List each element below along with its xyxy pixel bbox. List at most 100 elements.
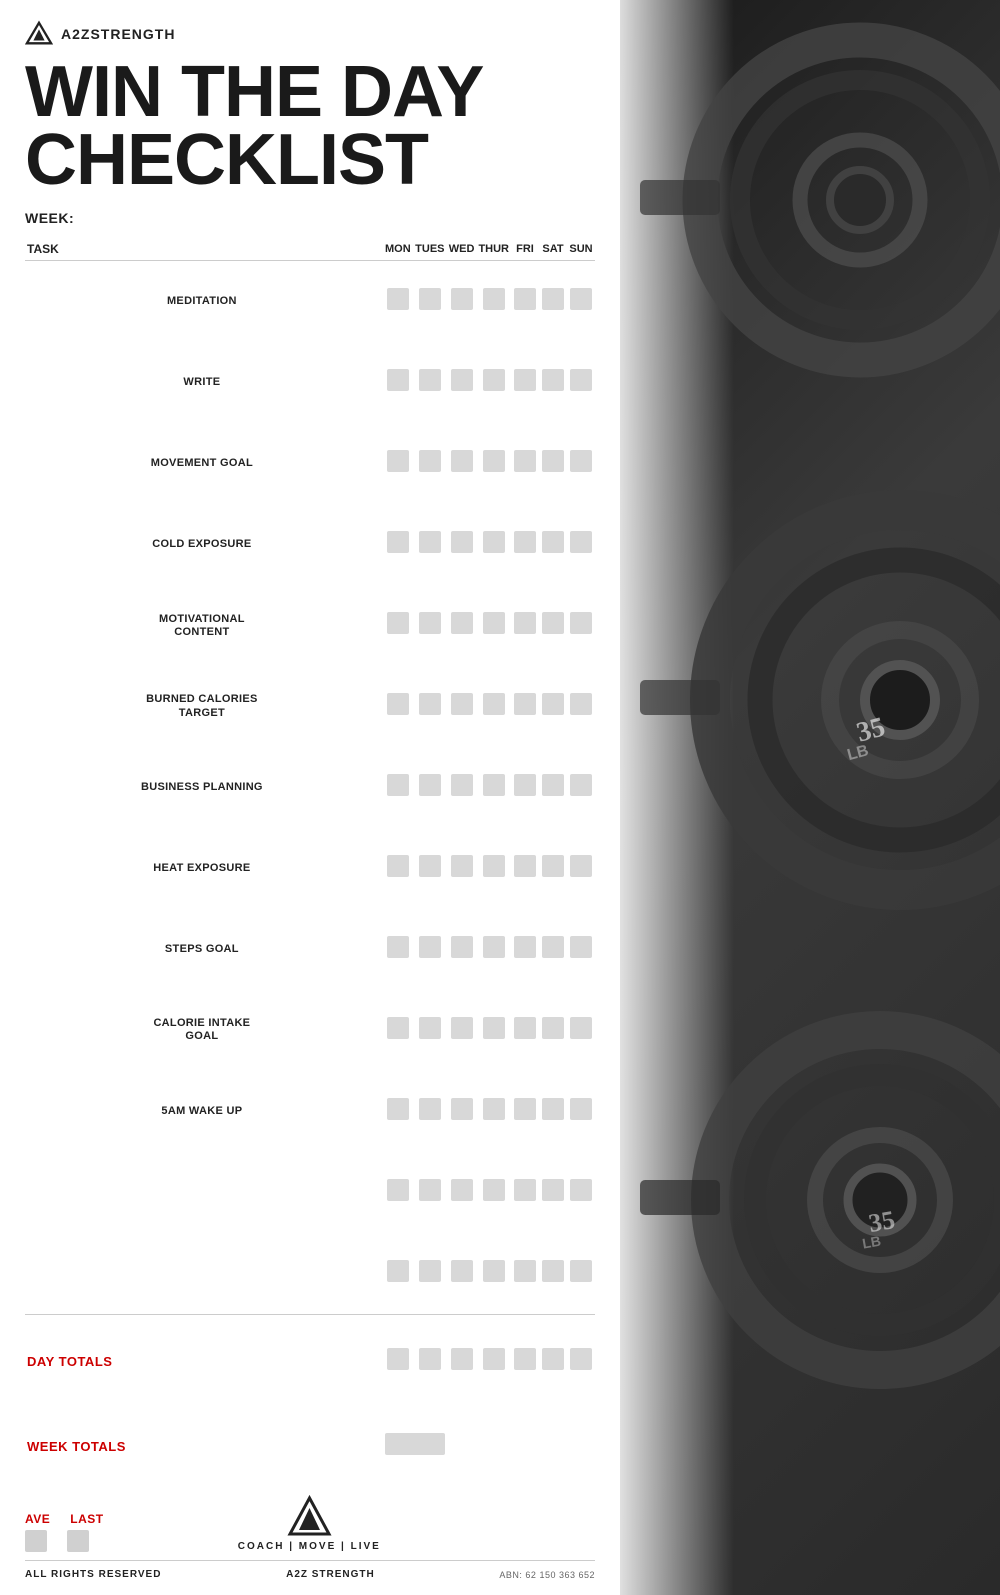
checkbox[interactable] [483, 369, 505, 391]
checkbox[interactable] [514, 531, 536, 553]
checkbox[interactable] [451, 612, 473, 634]
checkbox[interactable] [483, 1348, 505, 1370]
checkbox[interactable] [451, 531, 473, 553]
checkbox[interactable] [387, 855, 409, 877]
checkbox[interactable] [570, 288, 592, 310]
checkbox[interactable] [387, 1017, 409, 1039]
checkbox[interactable] [387, 936, 409, 958]
checkbox[interactable] [451, 1098, 473, 1120]
checkbox[interactable] [514, 612, 536, 634]
checkbox[interactable] [387, 612, 409, 634]
checkbox[interactable] [419, 774, 441, 796]
checkbox[interactable] [483, 612, 505, 634]
ave-box[interactable] [25, 1530, 47, 1552]
checkbox[interactable] [570, 369, 592, 391]
checkbox[interactable] [483, 288, 505, 310]
checkbox[interactable] [483, 855, 505, 877]
checkbox[interactable] [387, 1179, 409, 1201]
checkbox[interactable] [483, 693, 505, 715]
checkbox[interactable] [387, 1348, 409, 1370]
checkbox[interactable] [483, 450, 505, 472]
checkbox[interactable] [570, 936, 592, 958]
checkbox[interactable] [542, 936, 564, 958]
checkbox[interactable] [419, 531, 441, 553]
checkbox[interactable] [483, 1179, 505, 1201]
checkbox[interactable] [419, 288, 441, 310]
checkbox[interactable] [451, 450, 473, 472]
checkbox[interactable] [483, 936, 505, 958]
checkbox[interactable] [542, 531, 564, 553]
checkbox[interactable] [387, 288, 409, 310]
checkbox[interactable] [451, 1017, 473, 1039]
checkbox[interactable] [451, 369, 473, 391]
checkbox[interactable] [451, 855, 473, 877]
checkbox[interactable] [514, 288, 536, 310]
checkbox[interactable] [419, 1348, 441, 1370]
checkbox[interactable] [387, 774, 409, 796]
checkbox[interactable] [451, 693, 473, 715]
checkbox[interactable] [483, 774, 505, 796]
checkbox[interactable] [514, 1179, 536, 1201]
checkbox[interactable] [542, 693, 564, 715]
checkbox[interactable] [419, 936, 441, 958]
checkbox[interactable] [483, 1260, 505, 1282]
checkbox[interactable] [570, 693, 592, 715]
checkbox[interactable] [483, 1098, 505, 1120]
checkbox[interactable] [570, 450, 592, 472]
checkbox[interactable] [419, 1017, 441, 1039]
checkbox[interactable] [542, 1348, 564, 1370]
checkbox[interactable] [514, 450, 536, 472]
checkbox[interactable] [387, 531, 409, 553]
checkbox[interactable] [542, 1260, 564, 1282]
checkbox[interactable] [570, 531, 592, 553]
checkbox[interactable] [387, 693, 409, 715]
checkbox[interactable] [419, 369, 441, 391]
checkbox[interactable] [451, 1179, 473, 1201]
checkbox[interactable] [542, 369, 564, 391]
checkbox[interactable] [542, 774, 564, 796]
checkbox[interactable] [570, 1098, 592, 1120]
checkbox[interactable] [419, 1179, 441, 1201]
checkbox[interactable] [542, 855, 564, 877]
checkbox[interactable] [570, 855, 592, 877]
checkbox[interactable] [419, 612, 441, 634]
last-box[interactable] [67, 1530, 89, 1552]
checkbox[interactable] [570, 1348, 592, 1370]
checkbox[interactable] [451, 1260, 473, 1282]
checkbox[interactable] [451, 288, 473, 310]
checkbox[interactable] [542, 450, 564, 472]
checkbox[interactable] [570, 1017, 592, 1039]
checkbox[interactable] [483, 531, 505, 553]
checkbox[interactable] [451, 936, 473, 958]
checkbox[interactable] [387, 450, 409, 472]
checkbox[interactable] [419, 1260, 441, 1282]
checkbox[interactable] [451, 1348, 473, 1370]
checkbox[interactable] [514, 1098, 536, 1120]
checkbox[interactable] [419, 693, 441, 715]
checkbox[interactable] [570, 1260, 592, 1282]
checkbox[interactable] [514, 1348, 536, 1370]
checkbox[interactable] [542, 1098, 564, 1120]
checkbox[interactable] [419, 450, 441, 472]
checkbox[interactable] [542, 288, 564, 310]
checkbox[interactable] [570, 774, 592, 796]
checkbox[interactable] [570, 612, 592, 634]
checkbox[interactable] [542, 612, 564, 634]
checkbox[interactable] [451, 774, 473, 796]
checkbox[interactable] [514, 369, 536, 391]
checkbox[interactable] [419, 1098, 441, 1120]
week-totals-box[interactable] [385, 1433, 445, 1455]
checkbox[interactable] [542, 1179, 564, 1201]
checkbox[interactable] [387, 1098, 409, 1120]
checkbox[interactable] [514, 936, 536, 958]
checkbox[interactable] [387, 369, 409, 391]
checkbox[interactable] [483, 1017, 505, 1039]
checkbox[interactable] [570, 1179, 592, 1201]
checkbox[interactable] [542, 1017, 564, 1039]
checkbox[interactable] [514, 1260, 536, 1282]
checkbox[interactable] [514, 855, 536, 877]
checkbox[interactable] [514, 693, 536, 715]
checkbox[interactable] [514, 1017, 536, 1039]
checkbox[interactable] [514, 774, 536, 796]
checkbox[interactable] [419, 855, 441, 877]
